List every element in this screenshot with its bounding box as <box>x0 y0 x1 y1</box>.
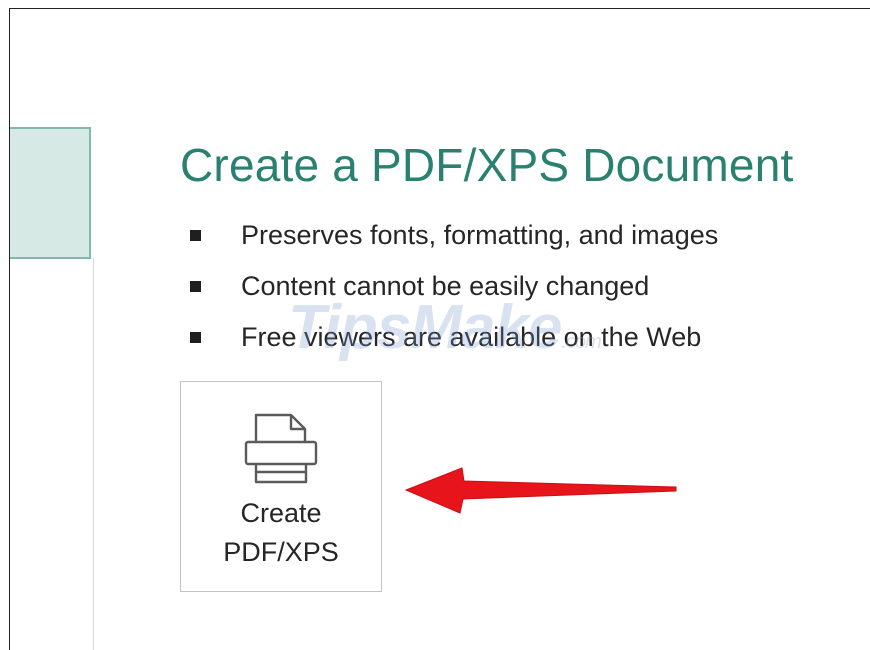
list-item: Preserves fonts, formatting, and images <box>190 210 718 261</box>
window-top-border <box>9 8 870 9</box>
watermark-suffix: .com <box>561 331 601 353</box>
page-title: Create a PDF/XPS Document <box>180 139 794 191</box>
bullet-square-icon <box>190 332 201 343</box>
printer-icon <box>244 413 318 484</box>
bullet-square-icon <box>190 281 201 292</box>
export-backstage-view: Create a PDF/XPS Document Preserves font… <box>0 0 870 650</box>
watermark: TipsMake.com <box>288 292 602 363</box>
create-button-label-line2: PDF/XPS <box>223 537 339 567</box>
create-button-label: Create PDF/XPS <box>181 494 381 572</box>
nav-item-selected[interactable] <box>10 127 91 259</box>
window-left-border <box>9 8 10 650</box>
create-pdf-xps-button[interactable]: Create PDF/XPS <box>180 381 382 592</box>
red-arrow-annotation <box>404 467 677 514</box>
create-button-label-line1: Create <box>240 498 322 528</box>
list-item-text: Preserves fonts, formatting, and images <box>241 220 719 250</box>
bullet-square-icon <box>190 230 201 241</box>
nav-divider <box>93 258 94 650</box>
watermark-text: TipsMake <box>288 293 562 362</box>
